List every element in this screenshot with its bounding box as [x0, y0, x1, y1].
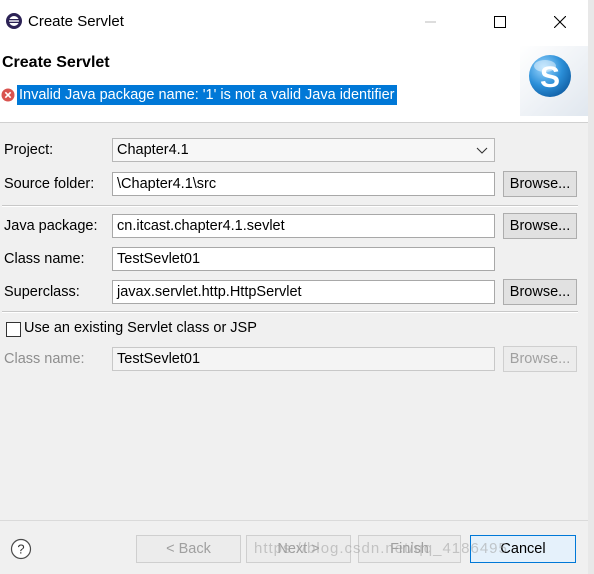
source-folder-browse-button[interactable]: Browse... — [503, 171, 577, 197]
error-message: Invalid Java package name: '1' is not a … — [17, 85, 397, 105]
use-existing-checkbox[interactable] — [6, 322, 21, 337]
project-label: Project: — [4, 142, 54, 158]
class-name-input[interactable]: TestSevlet01 — [112, 247, 495, 271]
existing-class-name-label: Class name: — [4, 351, 85, 367]
title-bar: Create Servlet — [0, 0, 594, 44]
back-button[interactable]: < Back — [136, 535, 241, 563]
superclass-input[interactable]: javax.servlet.http.HttpServlet — [112, 280, 495, 304]
source-folder-label: Source folder: — [4, 176, 95, 192]
minimize-icon — [425, 21, 436, 23]
maximize-icon — [494, 16, 506, 28]
superclass-value: javax.servlet.http.HttpServlet — [117, 284, 302, 300]
separator — [2, 205, 578, 207]
finish-button[interactable]: Finish — [358, 535, 461, 563]
error-icon — [1, 88, 15, 102]
eclipse-app-icon — [6, 13, 22, 29]
cancel-button[interactable]: Cancel — [470, 535, 576, 563]
java-package-input[interactable]: cn.itcast.chapter4.1.sevlet — [112, 214, 495, 238]
source-folder-value: \Chapter4.1\src — [117, 176, 217, 192]
existing-class-name-input: TestSevlet01 — [112, 347, 495, 371]
superclass-label: Superclass: — [4, 284, 80, 300]
superclass-browse-button[interactable]: Browse... — [503, 279, 577, 305]
project-value: Chapter4.1 — [117, 142, 189, 158]
help-icon[interactable]: ? — [10, 538, 32, 560]
project-combo[interactable]: Chapter4.1 — [112, 138, 495, 162]
existing-class-name-value: TestSevlet01 — [117, 351, 201, 367]
java-package-label: Java package: — [4, 218, 98, 234]
window-edge — [588, 0, 594, 574]
wizard-header: Create Servlet Invalid Java package name… — [0, 44, 594, 123]
svg-text:S: S — [540, 61, 560, 94]
close-icon — [554, 16, 566, 28]
chevron-down-icon — [476, 147, 488, 154]
java-package-browse-button[interactable]: Browse... — [503, 213, 577, 239]
java-package-value: cn.itcast.chapter4.1.sevlet — [117, 218, 285, 234]
next-button[interactable]: Next > — [246, 535, 351, 563]
class-name-value: TestSevlet01 — [117, 251, 201, 267]
class-name-label: Class name: — [4, 251, 85, 267]
separator — [2, 311, 578, 313]
source-folder-input[interactable]: \Chapter4.1\src — [112, 172, 495, 196]
window-title: Create Servlet — [28, 13, 124, 30]
use-existing-label[interactable]: Use an existing Servlet class or JSP — [24, 320, 257, 336]
footer-separator — [0, 520, 594, 521]
servlet-wizard-logo-icon: S — [520, 46, 594, 116]
page-title: Create Servlet — [2, 54, 110, 71]
maximize-button[interactable] — [477, 6, 523, 38]
close-button[interactable] — [537, 6, 583, 38]
svg-text:?: ? — [17, 542, 24, 557]
minimize-button[interactable] — [408, 6, 454, 38]
existing-class-browse-button: Browse... — [503, 346, 577, 372]
